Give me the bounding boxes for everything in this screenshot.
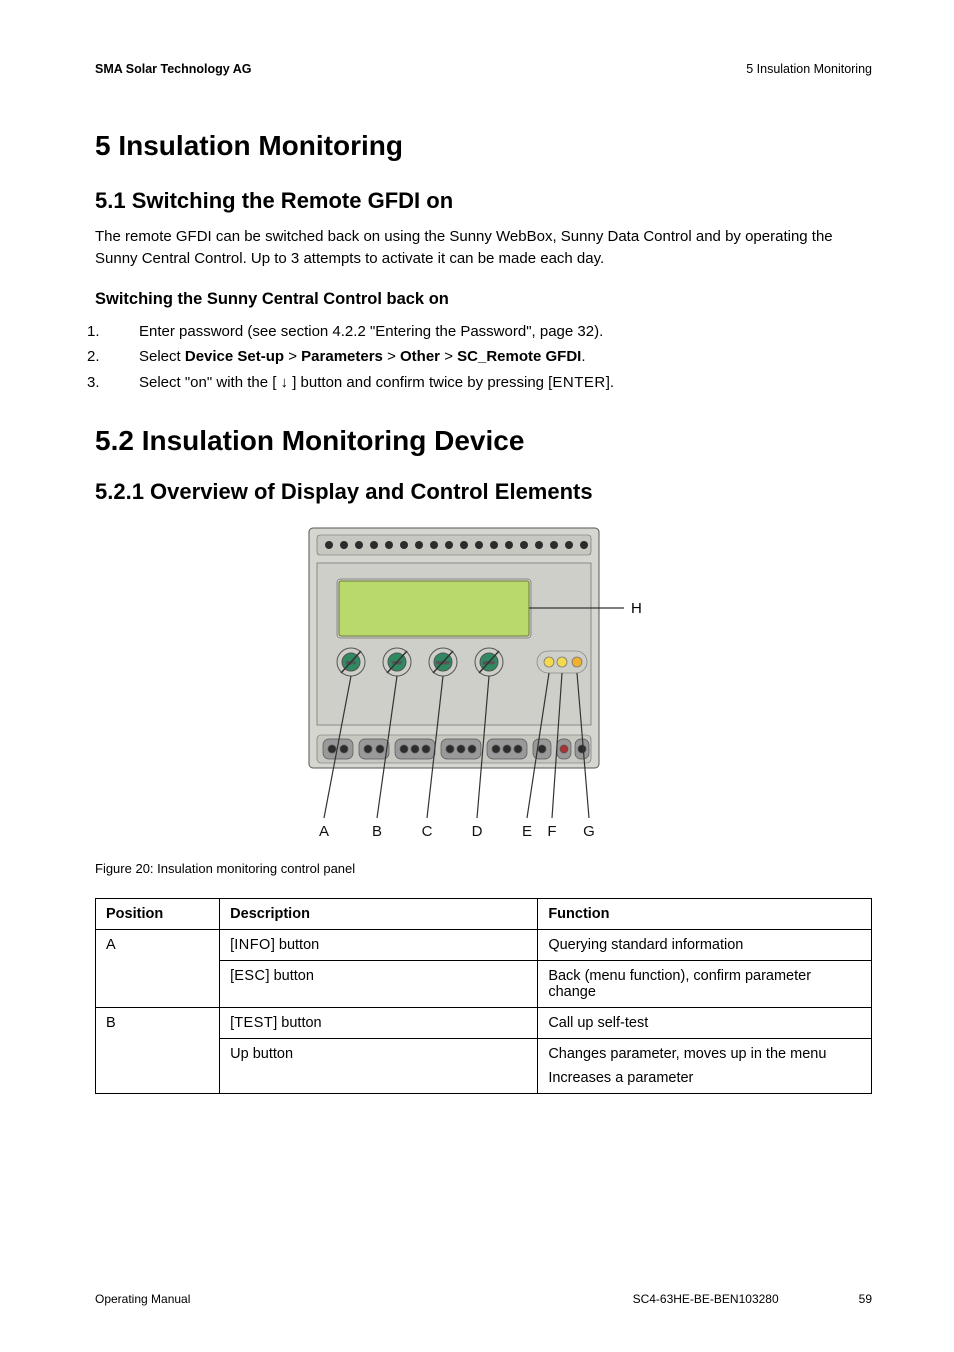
th-function: Function (538, 899, 872, 930)
section-5-2-1-title: 5.2.1 Overview of Display and Control El… (95, 479, 872, 505)
label-e: E (521, 823, 531, 840)
th-position: Position (96, 899, 220, 930)
page-header: SMA Solar Technology AG 5 Insulation Mon… (95, 62, 872, 76)
header-company: SMA Solar Technology AG (95, 62, 252, 76)
figure-caption: Figure 20: Insulation monitoring control… (95, 861, 872, 876)
label-c: C (421, 823, 432, 840)
footer-docid: SC4-63HE-BE-BEN103280 (633, 1292, 779, 1306)
table-header-row: Position Description Function (96, 899, 872, 930)
section-5-1-para: The remote GFDI can be switched back on … (95, 226, 872, 270)
header-section: 5 Insulation Monitoring (746, 62, 872, 76)
th-description: Description (220, 899, 538, 930)
step-2: 2.Select Device Set-up > Parameters > Ot… (125, 344, 872, 370)
footer-left: Operating Manual (95, 1292, 190, 1306)
switching-subhead: Switching the Sunny Central Control back… (95, 290, 872, 309)
label-f: F (547, 823, 556, 840)
label-a: A (318, 823, 328, 840)
label-b: B (371, 823, 381, 840)
led-group (537, 651, 587, 673)
footer-page: 59 (859, 1292, 872, 1306)
control-panel-svg: INFO TEST RESET MENU (279, 523, 689, 843)
chapter-title: 5 Insulation Monitoring (95, 130, 872, 162)
section-5-1-title: 5.1 Switching the Remote GFDI on (95, 188, 872, 214)
label-d: D (471, 823, 482, 840)
step-3: 3.Select "on" with the [ ↓ ] button and … (125, 370, 872, 396)
device-illustration: INFO TEST RESET MENU (95, 523, 872, 843)
page-footer: Operating Manual SC4-63HE-BE-BEN103280 5… (95, 1292, 872, 1306)
label-h: H (631, 600, 642, 617)
steps-list: 1.Enter password (see section 4.2.2 "Ent… (95, 319, 872, 396)
table-row: A [INFO] button Querying standard inform… (96, 930, 872, 961)
label-g: G (583, 823, 595, 840)
step-1: 1.Enter password (see section 4.2.2 "Ent… (125, 319, 872, 345)
section-5-2-title: 5.2 Insulation Monitoring Device (95, 425, 872, 457)
function-table: Position Description Function A [INFO] b… (95, 898, 872, 1094)
table-row: B [TEST] button Call up self-test (96, 1008, 872, 1039)
